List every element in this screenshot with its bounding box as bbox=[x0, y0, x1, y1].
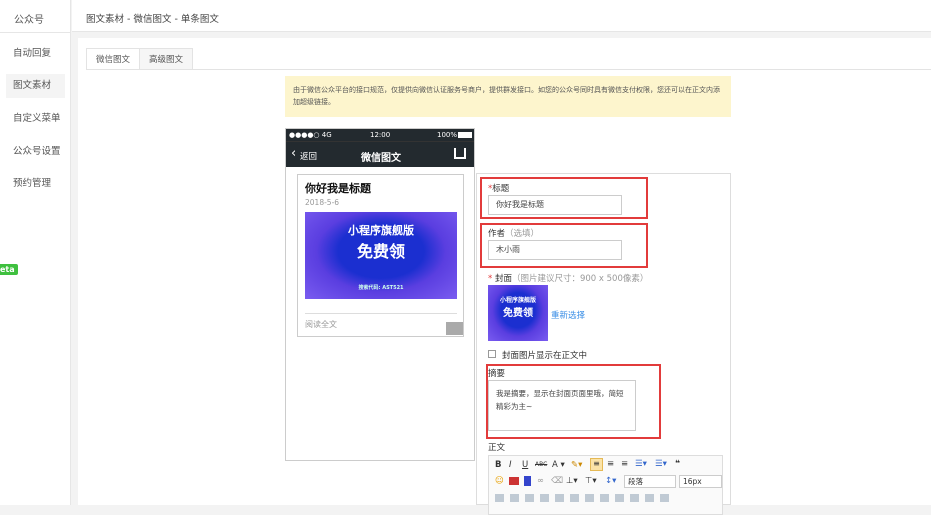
sidebar: 公众号 自动回复 图文素材 自定义菜单 公众号设置 预约管理 bbox=[0, 0, 71, 505]
underline-button[interactable]: U bbox=[522, 460, 528, 470]
reselect-link[interactable]: 重新选择 bbox=[551, 309, 585, 321]
author-label: 作者 bbox=[488, 229, 506, 239]
breadcrumb: 图文素材 - 微信图文 - 单条图文 bbox=[86, 14, 219, 25]
video-button[interactable] bbox=[524, 476, 531, 486]
required-mark: * bbox=[488, 274, 493, 284]
quote-button[interactable]: ❝ bbox=[675, 459, 680, 469]
beta-badge: eta bbox=[0, 264, 18, 275]
indent-button[interactable]: ⊤▾ bbox=[585, 476, 597, 486]
table-tools-row[interactable] bbox=[495, 494, 675, 502]
sidebar-item-settings[interactable]: 公众号设置 bbox=[6, 140, 65, 164]
tab-wechat-article[interactable]: 微信图文 bbox=[86, 48, 140, 70]
read-more-link[interactable]: 阅读全文 bbox=[305, 319, 337, 330]
thumb-text-2: 免费领 bbox=[503, 308, 533, 319]
image-button[interactable] bbox=[509, 477, 519, 485]
cover-label: 封面 bbox=[494, 274, 512, 284]
body-label: 正文 bbox=[488, 443, 506, 453]
spacing-button[interactable]: ⊥▾ bbox=[566, 476, 578, 486]
battery-icon bbox=[458, 132, 472, 138]
phone-title: 微信图文 bbox=[361, 153, 401, 164]
thumb-text-1: 小程序旗舰版 bbox=[499, 297, 536, 304]
highlight-button[interactable]: ✎▾ bbox=[571, 460, 582, 470]
edit-icon[interactable] bbox=[446, 322, 463, 335]
back-button[interactable]: 返回 bbox=[300, 150, 317, 162]
sidebar-item-materials[interactable]: 图文素材 bbox=[6, 74, 65, 98]
font-size-select[interactable]: 16px bbox=[679, 475, 722, 488]
font-color-button[interactable]: A ▾ bbox=[552, 460, 565, 470]
cover-hint: （图片建议尺寸：900 x 500像素） bbox=[511, 274, 649, 284]
align-left-button[interactable]: ≡ bbox=[590, 458, 603, 471]
summary-textarea[interactable]: 我是摘要，显示在封面页面里哦，简短精彩为主~ bbox=[488, 380, 636, 431]
signal-indicator: ●●●●○ 4G bbox=[289, 131, 332, 139]
header: 图文素材 - 微信图文 - 单条图文 bbox=[72, 0, 931, 32]
article-form: *标题 你好我是标题 作者（选填） 木小雨 * 封面（图片建议尺寸：900 x … bbox=[476, 173, 731, 515]
cover-text-1: 小程序旗舰版 bbox=[348, 224, 414, 237]
sidebar-item-custom-menu[interactable]: 自定义菜单 bbox=[6, 107, 65, 131]
cover-text-2: 免费领 bbox=[356, 242, 405, 261]
card-title: 你好我是标题 bbox=[305, 182, 371, 195]
phone-preview: ●●●●○ 4G 12:00 100% ‹ 返回 微信图文 你好我是标题 201… bbox=[285, 128, 475, 461]
author-hint: （选填） bbox=[505, 229, 540, 239]
chevron-left-icon[interactable]: ‹ bbox=[291, 146, 296, 161]
align-right-button[interactable]: ≡ bbox=[621, 459, 628, 469]
tab-advanced-article[interactable]: 高级图文 bbox=[139, 48, 193, 70]
emoji-button[interactable]: ☺ bbox=[495, 476, 504, 486]
cover-thumbnail: 小程序旗舰版 免费领 bbox=[488, 285, 548, 341]
cover-text-3: 搜索代码: AST521 bbox=[358, 285, 404, 291]
link-button[interactable]: ∞ bbox=[537, 476, 544, 486]
paragraph-select[interactable]: 段落 bbox=[624, 475, 676, 488]
sidebar-item-appointments[interactable]: 预约管理 bbox=[6, 172, 65, 196]
notice-banner: 由于微信公众平台的接口规范，仅提供向微信认证服务号商户，提供群发接口。如您的公众… bbox=[285, 76, 731, 117]
editor-toolbar: B I U ABC A ▾ ✎▾ ≡ ≡ ≡ ☰▾ ☰▾ ❝ ☺ ∞ ⌫ ⊥▾ … bbox=[488, 455, 723, 515]
summary-label: 摘要 bbox=[488, 369, 506, 379]
sidebar-item-auto-reply[interactable]: 自动回复 bbox=[6, 42, 65, 66]
clock: 12:00 bbox=[370, 131, 391, 139]
card-date: 2018-5-6 bbox=[305, 198, 340, 207]
article-card: 你好我是标题 2018-5-6 小程序旗舰版 免费领 搜索代码: AST521 … bbox=[297, 174, 464, 337]
author-input[interactable]: 木小雨 bbox=[488, 240, 622, 260]
title-input[interactable]: 你好我是标题 bbox=[488, 195, 622, 215]
brand: 公众号 bbox=[14, 15, 44, 26]
strikethrough-button[interactable]: ABC bbox=[535, 461, 547, 468]
show-cover-label: 封面图片显示在正文中 bbox=[502, 351, 588, 361]
numbered-list-button[interactable]: ☰▾ bbox=[655, 459, 667, 469]
battery-text: 100% bbox=[437, 131, 458, 139]
align-center-button[interactable]: ≡ bbox=[607, 459, 614, 469]
bold-button[interactable]: B bbox=[495, 460, 501, 470]
bullet-list-button[interactable]: ☰▾ bbox=[635, 459, 647, 469]
show-cover-checkbox[interactable] bbox=[488, 350, 496, 358]
title-label: 标题 bbox=[492, 184, 510, 194]
line-height-button[interactable]: ↕▾ bbox=[605, 476, 616, 486]
card-cover-image: 小程序旗舰版 免费领 搜索代码: AST521 bbox=[305, 212, 457, 299]
eraser-button[interactable]: ⌫ bbox=[551, 476, 563, 486]
share-icon[interactable] bbox=[454, 148, 466, 159]
italic-button[interactable]: I bbox=[509, 460, 512, 470]
